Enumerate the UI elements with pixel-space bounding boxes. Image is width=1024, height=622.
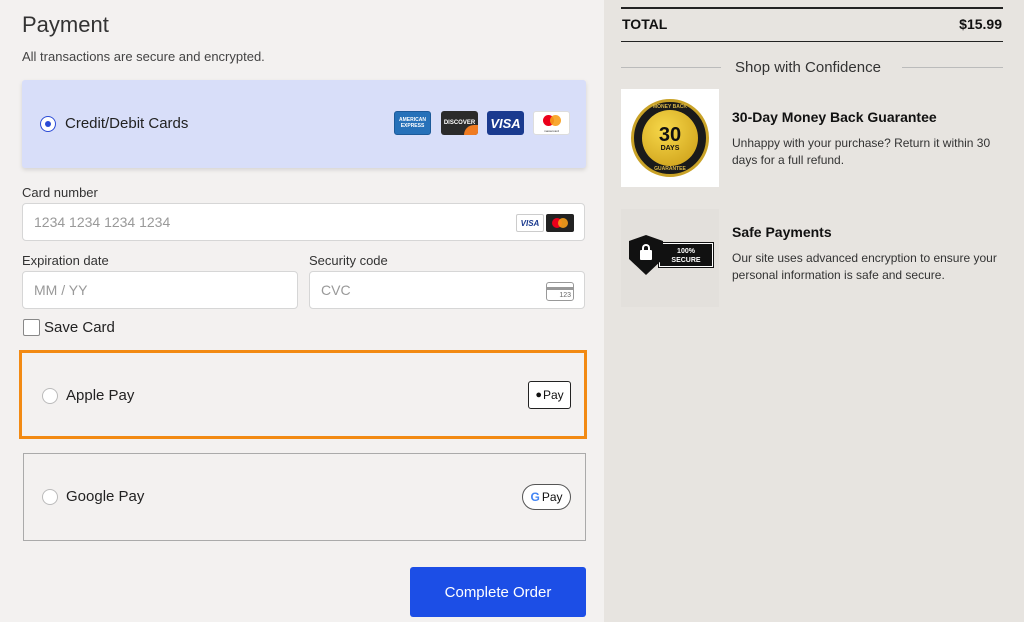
apple-pay-radio[interactable] <box>42 388 58 404</box>
total-divider <box>621 41 1003 42</box>
google-pay-label: Google Pay <box>66 488 145 505</box>
security-code-label: Security code <box>309 253 388 268</box>
confidence-heading: Shop with Confidence <box>735 59 881 76</box>
page-title: Payment <box>22 12 109 37</box>
money-back-seal-icon: MONEY BACK 30 DAYS GUARANTEE <box>631 99 709 177</box>
money-back-title: 30-Day Money Back Guarantee <box>732 109 937 125</box>
safe-payments-description: Our site uses advanced encryption to ens… <box>732 251 997 282</box>
credit-card-label: Credit/Debit Cards <box>65 115 189 132</box>
confidence-divider-left <box>621 67 721 68</box>
card-number-placeholder: 1234 1234 1234 1234 <box>34 214 171 230</box>
google-logo-icon: G <box>530 490 540 504</box>
apple-pay-option[interactable]: Apple Pay ● Pay <box>19 350 587 439</box>
safe-payments-title: Safe Payments <box>732 224 832 240</box>
mastercard-small-icon <box>546 214 574 232</box>
safe-payments-tile: 100% SECURE <box>621 209 719 307</box>
amex-logo-icon: AMERICAN EXPRESS <box>394 111 431 135</box>
total-top-divider <box>621 7 1003 9</box>
page-subtitle: All transactions are secure and encrypte… <box>22 49 265 64</box>
apple-pay-badge: ● Pay <box>528 381 571 409</box>
expiration-label: Expiration date <box>22 253 109 268</box>
card-number-input[interactable]: 1234 1234 1234 1234 VISA <box>22 203 585 241</box>
visa-logo-icon: VISA <box>487 111 524 135</box>
credit-card-radio[interactable] <box>40 116 56 132</box>
money-back-tile: MONEY BACK 30 DAYS GUARANTEE <box>621 89 719 187</box>
apple-logo-icon: ● <box>535 389 542 401</box>
visa-small-icon: VISA <box>516 214 544 232</box>
payment-panel: Payment All transactions are secure and … <box>0 0 604 622</box>
save-card-checkbox[interactable] <box>23 319 40 336</box>
security-code-placeholder: CVC <box>321 282 351 298</box>
expiration-placeholder: MM / YY <box>34 282 88 298</box>
security-code-input[interactable]: CVC 123 <box>309 271 585 309</box>
credit-card-option[interactable]: Credit/Debit Cards AMERICAN EXPRESS DISC… <box>22 80 586 168</box>
confidence-divider-right <box>902 67 1003 68</box>
total-value: $15.99 <box>959 16 1002 32</box>
complete-order-button[interactable]: Complete Order <box>410 567 586 617</box>
total-label: TOTAL <box>622 16 668 32</box>
google-pay-badge: G Pay <box>522 484 571 510</box>
google-pay-option[interactable]: Google Pay G Pay <box>23 453 586 541</box>
mastercard-logo-icon: mastercard <box>533 111 570 135</box>
google-pay-radio[interactable] <box>42 489 58 505</box>
cvc-card-icon: 123 <box>546 282 574 301</box>
secure-shield-icon: 100% SECURE <box>629 235 714 275</box>
save-card-label[interactable]: Save Card <box>44 319 115 336</box>
expiration-input[interactable]: MM / YY <box>22 271 298 309</box>
card-number-label: Card number <box>22 185 98 200</box>
money-back-description: Unhappy with your purchase? Return it wi… <box>732 136 991 167</box>
apple-pay-label: Apple Pay <box>66 387 135 404</box>
discover-logo-icon: DISCOVER <box>441 111 478 135</box>
